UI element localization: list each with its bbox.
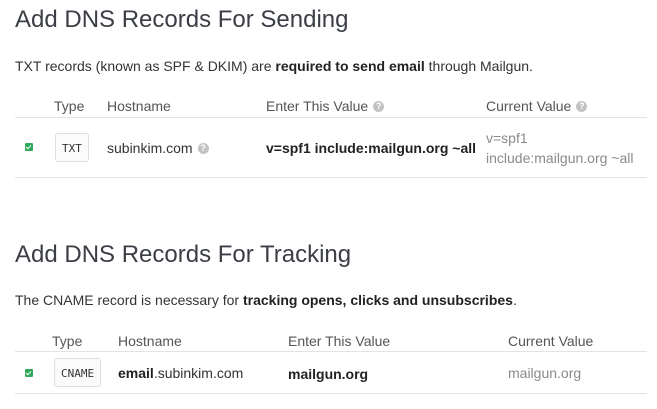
- tracking-hostname-bold: email: [118, 365, 154, 381]
- tracking-current-value: mailgun.org: [508, 365, 582, 381]
- sending-header-enter-value-label: Enter This Value: [266, 98, 369, 114]
- tracking-hostname: email.subinkim.com: [118, 365, 243, 381]
- tracking-desc-bold: tracking opens, clicks and unsubscribes: [242, 292, 513, 308]
- sending-header-type: Type: [54, 98, 85, 114]
- help-icon[interactable]: ?: [197, 142, 209, 154]
- sending-enter-value: v=spf1 include:mailgun.org ~all: [266, 140, 477, 156]
- sending-description: TXT records (known as SPF & DKIM) are re…: [15, 58, 533, 74]
- sending-hostname-cell: subinkim.com?: [107, 140, 209, 156]
- tracking-hostname-rest: .subinkim.com: [153, 365, 244, 381]
- divider: [15, 117, 647, 118]
- sending-header-current-value: Current Value?: [486, 98, 588, 114]
- tracking-header-enter-value: Enter This Value: [288, 333, 391, 349]
- sending-hostname: subinkim.com: [107, 140, 193, 156]
- sending-current-value-line2: include:mailgun.org ~all: [486, 150, 634, 166]
- divider: [15, 177, 647, 178]
- sending-current-value-line1: v=spf1: [486, 130, 528, 146]
- sending-desc-pre: TXT records (known as SPF & DKIM) are: [15, 58, 276, 74]
- divider: [15, 393, 647, 394]
- sending-desc-bold: required to send email: [275, 58, 425, 74]
- tracking-header-hostname: Hostname: [118, 333, 182, 349]
- tracking-header-type: Type: [52, 333, 83, 349]
- tracking-enter-value: mailgun.org: [288, 366, 369, 382]
- divider: [15, 351, 647, 352]
- type-badge: TXT: [55, 133, 89, 162]
- tracking-desc-pre: The CNAME record is necessary for: [15, 292, 243, 308]
- tracking-description: The CNAME record is necessary for tracki…: [15, 292, 517, 308]
- check-square-icon: [25, 143, 33, 151]
- help-icon[interactable]: ?: [373, 100, 385, 112]
- tracking-header-current-value: Current Value: [508, 333, 594, 349]
- sending-header-hostname: Hostname: [107, 98, 171, 114]
- sending-section-title: Add DNS Records For Sending: [15, 6, 349, 33]
- help-icon[interactable]: ?: [576, 100, 588, 112]
- tracking-section-title: Add DNS Records For Tracking: [15, 241, 352, 268]
- check-square-icon: [25, 369, 33, 377]
- sending-header-current-value-label: Current Value: [486, 98, 572, 114]
- type-badge: CNAME: [54, 358, 102, 387]
- tracking-desc-post: .: [512, 292, 517, 308]
- sending-header-enter-value: Enter This Value?: [266, 98, 385, 114]
- sending-desc-post: through Mailgun.: [424, 58, 533, 74]
